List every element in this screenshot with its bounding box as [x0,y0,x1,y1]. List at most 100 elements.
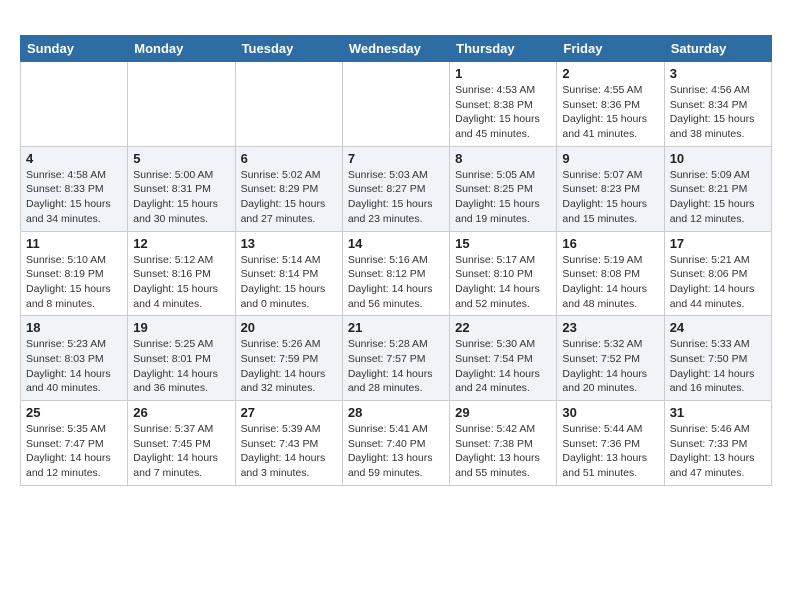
day-number: 19 [133,320,229,335]
day-info: Sunrise: 5:05 AM Sunset: 8:25 PM Dayligh… [455,168,551,227]
day-info: Sunrise: 5:37 AM Sunset: 7:45 PM Dayligh… [133,422,229,481]
calendar-cell: 16 Sunrise: 5:19 AM Sunset: 8:08 PM Dayli… [557,231,664,316]
calendar-cell: 30 Sunrise: 5:44 AM Sunset: 7:36 PM Dayli… [557,401,664,486]
calendar-week-row: 18 Sunrise: 5:23 AM Sunset: 8:03 PM Dayli… [21,316,772,401]
weekday-header-thursday: Thursday [450,36,557,62]
day-number: 13 [241,236,337,251]
calendar-cell: 8 Sunrise: 5:05 AM Sunset: 8:25 PM Daylig… [450,146,557,231]
day-number: 28 [348,405,444,420]
calendar-cell: 14Sunrise: 5:16 AM Sunset: 8:12 PM Dayli… [342,231,449,316]
day-number: 8 [455,151,551,166]
day-number: 31 [670,405,766,420]
day-number: 30 [562,405,658,420]
day-number: 18 [26,320,122,335]
day-number: 26 [133,405,229,420]
day-number: 5 [133,151,229,166]
calendar-cell: 27Sunrise: 5:39 AM Sunset: 7:43 PM Dayli… [235,401,342,486]
day-info: Sunrise: 5:39 AM Sunset: 7:43 PM Dayligh… [241,422,337,481]
day-number: 9 [562,151,658,166]
day-info: Sunrise: 5:42 AM Sunset: 7:38 PM Dayligh… [455,422,551,481]
day-number: 6 [241,151,337,166]
day-number: 2 [562,66,658,81]
calendar-cell: 19 Sunrise: 5:25 AM Sunset: 8:01 PM Dayli… [128,316,235,401]
day-number: 3 [670,66,766,81]
calendar-cell: 6 Sunrise: 5:02 AM Sunset: 8:29 PM Daylig… [235,146,342,231]
weekday-header-row: SundayMondayTuesdayWednesdayThursdayFrid… [21,36,772,62]
calendar-week-row: 1 Sunrise: 4:53 AM Sunset: 8:38 PM Daylig… [21,62,772,147]
calendar-cell: 31 Sunrise: 5:46 AM Sunset: 7:33 PM Dayli… [664,401,771,486]
day-info: Sunrise: 5:28 AM Sunset: 7:57 PM Dayligh… [348,337,444,396]
calendar-cell: 9 Sunrise: 5:07 AM Sunset: 8:23 PM Daylig… [557,146,664,231]
weekday-header-monday: Monday [128,36,235,62]
calendar-cell: 29 Sunrise: 5:42 AM Sunset: 7:38 PM Dayli… [450,401,557,486]
day-info: Sunrise: 5:44 AM Sunset: 7:36 PM Dayligh… [562,422,658,481]
calendar-cell: 2 Sunrise: 4:55 AM Sunset: 8:36 PM Daylig… [557,62,664,147]
day-info: Sunrise: 4:53 AM Sunset: 8:38 PM Dayligh… [455,83,551,142]
calendar-cell: 10 Sunrise: 5:09 AM Sunset: 8:21 PM Dayli… [664,146,771,231]
calendar-week-row: 25Sunrise: 5:35 AM Sunset: 7:47 PM Dayli… [21,401,772,486]
day-info: Sunrise: 5:30 AM Sunset: 7:54 PM Dayligh… [455,337,551,396]
day-info: Sunrise: 4:55 AM Sunset: 8:36 PM Dayligh… [562,83,658,142]
weekday-header-sunday: Sunday [21,36,128,62]
calendar-cell [21,62,128,147]
day-info: Sunrise: 5:33 AM Sunset: 7:50 PM Dayligh… [670,337,766,396]
day-number: 21 [348,320,444,335]
day-number: 14 [348,236,444,251]
day-number: 1 [455,66,551,81]
day-info: Sunrise: 5:10 AM Sunset: 8:19 PM Dayligh… [26,253,122,312]
calendar-cell [128,62,235,147]
day-info: Sunrise: 5:09 AM Sunset: 8:21 PM Dayligh… [670,168,766,227]
day-number: 22 [455,320,551,335]
calendar-cell: 13 Sunrise: 5:14 AM Sunset: 8:14 PM Dayli… [235,231,342,316]
day-number: 15 [455,236,551,251]
calendar-cell: 4Sunrise: 4:58 AM Sunset: 8:33 PM Daylig… [21,146,128,231]
calendar-cell: 28 Sunrise: 5:41 AM Sunset: 7:40 PM Dayli… [342,401,449,486]
day-info: Sunrise: 5:25 AM Sunset: 8:01 PM Dayligh… [133,337,229,396]
day-number: 10 [670,151,766,166]
calendar-cell: 25Sunrise: 5:35 AM Sunset: 7:47 PM Dayli… [21,401,128,486]
day-info: Sunrise: 5:32 AM Sunset: 7:52 PM Dayligh… [562,337,658,396]
day-number: 24 [670,320,766,335]
day-number: 11 [26,236,122,251]
day-number: 23 [562,320,658,335]
calendar-cell [342,62,449,147]
day-info: Sunrise: 5:23 AM Sunset: 8:03 PM Dayligh… [26,337,122,396]
calendar-cell: 17 Sunrise: 5:21 AM Sunset: 8:06 PM Dayli… [664,231,771,316]
calendar-cell: 20Sunrise: 5:26 AM Sunset: 7:59 PM Dayli… [235,316,342,401]
day-info: Sunrise: 5:19 AM Sunset: 8:08 PM Dayligh… [562,253,658,312]
page-header [20,20,772,25]
day-number: 7 [348,151,444,166]
calendar-cell: 11 Sunrise: 5:10 AM Sunset: 8:19 PM Dayli… [21,231,128,316]
day-info: Sunrise: 5:12 AM Sunset: 8:16 PM Dayligh… [133,253,229,312]
calendar-table: SundayMondayTuesdayWednesdayThursdayFrid… [20,35,772,486]
day-info: Sunrise: 5:41 AM Sunset: 7:40 PM Dayligh… [348,422,444,481]
day-info: Sunrise: 5:07 AM Sunset: 8:23 PM Dayligh… [562,168,658,227]
calendar-cell: 23 Sunrise: 5:32 AM Sunset: 7:52 PM Dayli… [557,316,664,401]
day-info: Sunrise: 5:00 AM Sunset: 8:31 PM Dayligh… [133,168,229,227]
calendar-cell: 1 Sunrise: 4:53 AM Sunset: 8:38 PM Daylig… [450,62,557,147]
calendar-cell: 5 Sunrise: 5:00 AM Sunset: 8:31 PM Daylig… [128,146,235,231]
day-number: 17 [670,236,766,251]
weekday-header-tuesday: Tuesday [235,36,342,62]
day-info: Sunrise: 5:46 AM Sunset: 7:33 PM Dayligh… [670,422,766,481]
weekday-header-wednesday: Wednesday [342,36,449,62]
day-number: 25 [26,405,122,420]
day-number: 12 [133,236,229,251]
calendar-cell [235,62,342,147]
calendar-cell: 21 Sunrise: 5:28 AM Sunset: 7:57 PM Dayli… [342,316,449,401]
day-info: Sunrise: 5:21 AM Sunset: 8:06 PM Dayligh… [670,253,766,312]
calendar-week-row: 11 Sunrise: 5:10 AM Sunset: 8:19 PM Dayli… [21,231,772,316]
day-info: Sunrise: 5:26 AM Sunset: 7:59 PM Dayligh… [241,337,337,396]
day-info: Sunrise: 4:58 AM Sunset: 8:33 PM Dayligh… [26,168,122,227]
day-info: Sunrise: 4:56 AM Sunset: 8:34 PM Dayligh… [670,83,766,142]
day-number: 16 [562,236,658,251]
calendar-week-row: 4Sunrise: 4:58 AM Sunset: 8:33 PM Daylig… [21,146,772,231]
calendar-cell: 7 Sunrise: 5:03 AM Sunset: 8:27 PM Daylig… [342,146,449,231]
day-number: 29 [455,405,551,420]
day-info: Sunrise: 5:03 AM Sunset: 8:27 PM Dayligh… [348,168,444,227]
day-info: Sunrise: 5:14 AM Sunset: 8:14 PM Dayligh… [241,253,337,312]
calendar-cell: 3 Sunrise: 4:56 AM Sunset: 8:34 PM Daylig… [664,62,771,147]
day-info: Sunrise: 5:17 AM Sunset: 8:10 PM Dayligh… [455,253,551,312]
calendar-cell: 18 Sunrise: 5:23 AM Sunset: 8:03 PM Dayli… [21,316,128,401]
day-info: Sunrise: 5:02 AM Sunset: 8:29 PM Dayligh… [241,168,337,227]
